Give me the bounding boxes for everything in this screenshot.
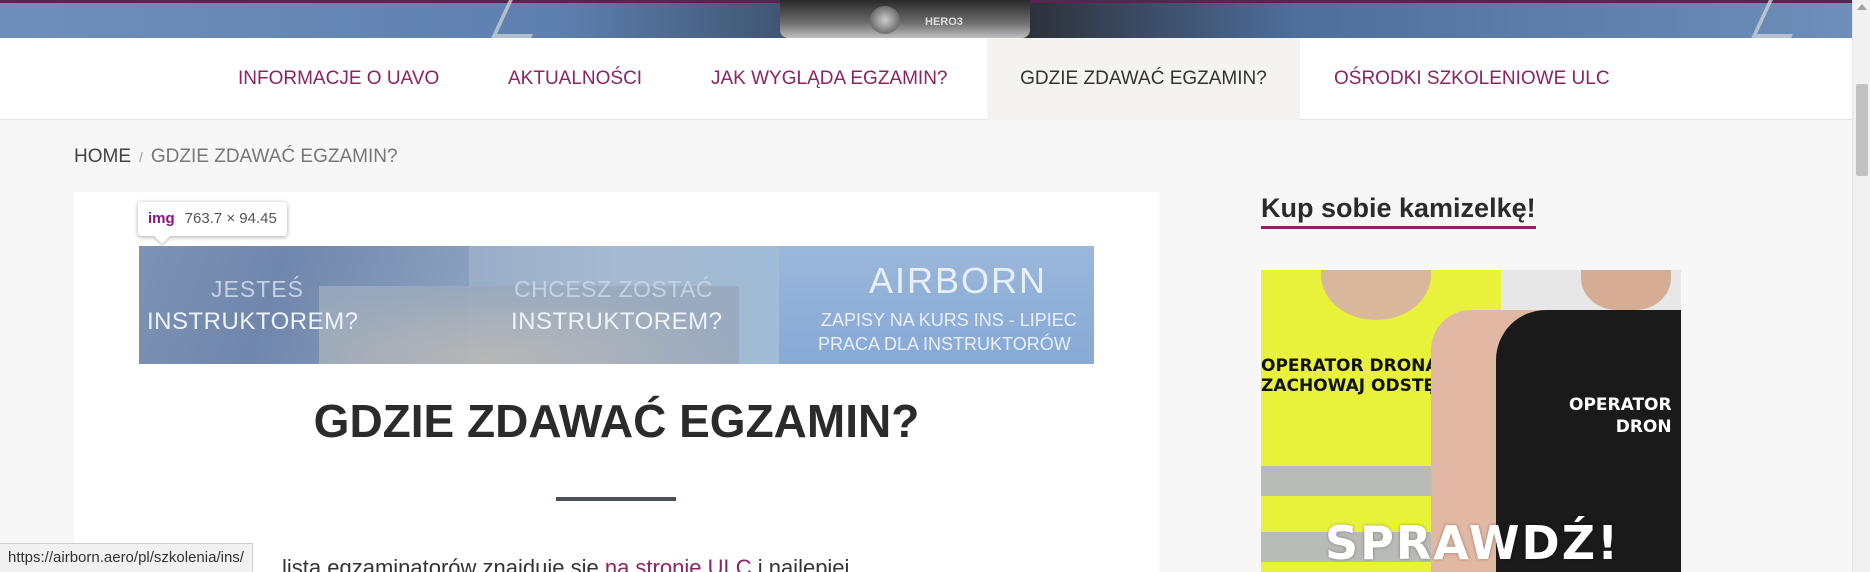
scroll-up-arrow-icon[interactable] — [1857, 4, 1867, 10]
vest-line1: OPERATOR DRONA — [1261, 356, 1439, 376]
nav-item-gdzie-zdawac[interactable]: GDZIE ZDAWAĆ EGZAMIN? — [987, 38, 1300, 120]
camera-lens — [870, 6, 900, 34]
title-divider — [556, 497, 676, 501]
inspector-dimensions: 763.7 × 94.45 — [184, 210, 277, 227]
banner-right-line1: ZAPISY NA KURS INS - LIPIEC — [821, 310, 1077, 330]
banner-right-line2: PRACA DLA INSTRUKTORÓW — [818, 334, 1071, 354]
breadcrumb-home-link[interactable]: HOME — [74, 146, 131, 167]
shirt-line2: DRON — [1615, 417, 1672, 437]
banner-left-line2: INSTRUKTOREM? — [147, 308, 359, 335]
ad-cta: SPRAWDŹ! — [1325, 516, 1621, 570]
camera-label: HERO3 — [925, 16, 963, 28]
inspector-tooltip: img 763.7 × 94.45 — [138, 202, 287, 236]
inspector-tooltip-arrow — [154, 236, 170, 244]
nav-item-informacje[interactable]: INFORMACJE O UAVO — [206, 38, 471, 120]
airborn-logo: AIRBORN — [869, 260, 1048, 301]
main-nav: INFORMACJE O UAVO AKTUALNOŚCI JAK WYGLĄD… — [0, 38, 1852, 120]
banner-left-line1: JESTEŚ — [211, 276, 304, 302]
vertical-scrollbar[interactable] — [1852, 0, 1870, 572]
vest-line2: ZACHOWAJ ODSTĘP — [1261, 376, 1448, 396]
page-title: GDZIE ZDAWAĆ EGZAMIN? — [313, 395, 920, 447]
sidebar-title: Kup sobie kamizelkę! — [1261, 193, 1536, 229]
camera — [780, 0, 1030, 38]
shirt-line1: OPERATOR — [1569, 395, 1672, 415]
hero-image: HERO3 — [0, 0, 1852, 38]
nav-item-jak-wyglada[interactable]: JAK WYGLĄDA EGZAMIN? — [679, 38, 980, 120]
vest-ad-image[interactable]: OPERATOR DRONA ZACHOWAJ ODSTĘP OPERATOR … — [1261, 270, 1681, 572]
vest-print: OPERATOR DRONA ZACHOWAJ ODSTĘP — [1261, 356, 1448, 396]
shirt-print: OPERATOR DRON — [1569, 394, 1672, 438]
banner-mid-line1: CHCESZ ZOSTAĆ — [514, 276, 714, 302]
paragraph-text: lista egzaminatorów znajduje się — [282, 555, 605, 572]
nav-item-aktualnosci[interactable]: AKTUALNOŚCI — [476, 38, 674, 120]
drone-arm — [1751, 0, 1809, 38]
banner-mid-line2: INSTRUKTOREM? — [511, 308, 723, 335]
inspector-tag: img — [148, 210, 175, 227]
nav-item-osrodki[interactable]: OŚRODKI SZKOLENIOWE ULC — [1302, 38, 1642, 120]
article-paragraph: lista egzaminatorów znajduje się na stro… — [282, 555, 849, 572]
breadcrumb: HOME / GDZIE ZDAWAĆ EGZAMIN? — [74, 146, 398, 168]
model-head — [1581, 270, 1671, 310]
instructor-banner-link[interactable]: JESTEŚ INSTRUKTOREM? CHCESZ ZOSTAĆ INSTR… — [139, 246, 1094, 364]
breadcrumb-current: GDZIE ZDAWAĆ EGZAMIN? — [150, 146, 398, 167]
breadcrumb-separator: / — [139, 149, 143, 165]
paragraph-text-end: i najlepiej — [751, 555, 850, 572]
scrollbar-thumb[interactable] — [1856, 84, 1868, 176]
drone-arm — [491, 0, 549, 38]
ulc-link[interactable]: na stronie ULC — [605, 555, 752, 572]
status-bar-url: https://airborn.aero/pl/szkolenia/ins/ — [0, 543, 253, 572]
